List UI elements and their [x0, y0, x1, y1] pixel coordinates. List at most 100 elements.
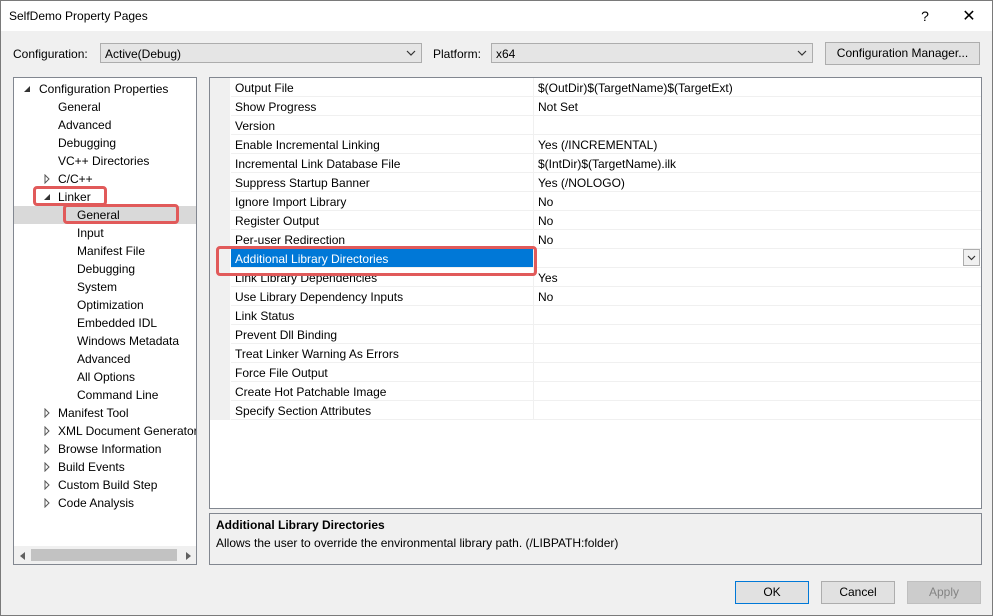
value-dropdown-button[interactable]	[963, 249, 980, 266]
tree-item[interactable]: Code Analysis	[14, 494, 196, 512]
property-name[interactable]: Treat Linker Warning As Errors	[231, 344, 534, 363]
property-row[interactable]: Force File Output	[210, 363, 981, 382]
property-value[interactable]	[534, 382, 981, 401]
property-value[interactable]	[534, 401, 981, 420]
property-row[interactable]: Output File $(OutDir)$(TargetName)$(Targe…	[210, 78, 981, 97]
ok-button[interactable]: OK	[735, 581, 809, 604]
property-name[interactable]: Suppress Startup Banner	[231, 173, 534, 192]
property-name[interactable]: Enable Incremental Linking	[231, 135, 534, 154]
tree-item[interactable]: Linker	[14, 188, 196, 206]
property-value[interactable]: Yes	[534, 268, 981, 287]
property-name[interactable]: Use Library Dependency Inputs	[231, 287, 534, 306]
tree-item[interactable]: Custom Build Step	[14, 476, 196, 494]
scroll-left-icon[interactable]	[14, 547, 31, 564]
tree-item[interactable]: C/C++	[14, 170, 196, 188]
collapsed-triangle-icon[interactable]	[42, 480, 52, 490]
property-grid[interactable]: Output File $(OutDir)$(TargetName)$(Targe…	[209, 77, 982, 509]
tree-item[interactable]: General	[14, 206, 196, 224]
property-value[interactable]	[534, 363, 981, 382]
tree-item[interactable]: Browse Information	[14, 440, 196, 458]
property-name[interactable]: Incremental Link Database File	[231, 154, 534, 173]
property-row[interactable]: Incremental Link Database File $(IntDir)$…	[210, 154, 981, 173]
property-value[interactable]: $(OutDir)$(TargetName)$(TargetExt)	[534, 78, 981, 97]
tree-item[interactable]: Optimization	[14, 296, 196, 314]
collapsed-triangle-icon[interactable]	[42, 498, 52, 508]
property-name[interactable]: Ignore Import Library	[231, 192, 534, 211]
property-name[interactable]: Output File	[231, 78, 534, 97]
tree-item[interactable]: Debugging	[14, 134, 196, 152]
property-value[interactable]: Yes (/NOLOGO)	[534, 173, 981, 192]
property-value[interactable]: No	[534, 211, 981, 230]
close-button[interactable]: ✕	[947, 1, 991, 31]
configuration-select[interactable]: Active(Debug)	[100, 43, 422, 63]
property-value[interactable]: Not Set	[534, 97, 981, 116]
property-name[interactable]: Link Status	[231, 306, 534, 325]
scroll-right-icon[interactable]	[179, 547, 196, 564]
property-row[interactable]: Per-user Redirection No	[210, 230, 981, 249]
tree-item[interactable]: Advanced	[14, 116, 196, 134]
tree-item[interactable]: VC++ Directories	[14, 152, 196, 170]
collapsed-triangle-icon[interactable]	[42, 408, 52, 418]
configuration-manager-button[interactable]: Configuration Manager...	[825, 42, 980, 65]
tree-item[interactable]: Configuration Properties	[14, 80, 196, 98]
help-button[interactable]: ?	[903, 1, 947, 31]
scrollbar-thumb[interactable]	[31, 549, 177, 561]
property-row[interactable]: Use Library Dependency Inputs No	[210, 287, 981, 306]
tree-item[interactable]: XML Document Generator	[14, 422, 196, 440]
property-name[interactable]: Link Library Dependencies	[231, 268, 534, 287]
tree-item[interactable]: Embedded IDL	[14, 314, 196, 332]
property-name[interactable]: Prevent Dll Binding	[231, 325, 534, 344]
property-row[interactable]: Specify Section Attributes	[210, 401, 981, 420]
platform-select[interactable]: x64	[491, 43, 813, 63]
property-row[interactable]: Register Output No	[210, 211, 981, 230]
property-tree[interactable]: Configuration Properties General Advanced D…	[13, 77, 197, 565]
tree-item[interactable]: Command Line	[14, 386, 196, 404]
property-row[interactable]: Suppress Startup Banner Yes (/NOLOGO)	[210, 173, 981, 192]
collapsed-triangle-icon[interactable]	[42, 444, 52, 454]
property-name[interactable]: Per-user Redirection	[231, 230, 534, 249]
property-value[interactable]: No	[534, 192, 981, 211]
property-row[interactable]: Show Progress Not Set	[210, 97, 981, 116]
tree-item[interactable]: Manifest File	[14, 242, 196, 260]
cancel-button[interactable]: Cancel	[821, 581, 895, 604]
collapsed-triangle-icon[interactable]	[42, 426, 52, 436]
property-value[interactable]	[534, 249, 981, 268]
property-value[interactable]: $(IntDir)$(TargetName).ilk	[534, 154, 981, 173]
property-row[interactable]: Link Library Dependencies Yes	[210, 268, 981, 287]
property-value[interactable]: No	[534, 230, 981, 249]
property-value[interactable]	[534, 344, 981, 363]
tree-item[interactable]: All Options	[14, 368, 196, 386]
property-name[interactable]: Additional Library Directories	[231, 249, 534, 268]
tree-item[interactable]: Debugging	[14, 260, 196, 278]
tree-item[interactable]: Input	[14, 224, 196, 242]
tree-item[interactable]: Build Events	[14, 458, 196, 476]
expanded-triangle-icon[interactable]	[22, 84, 32, 94]
property-row[interactable]: Additional Library Directories	[210, 249, 981, 268]
property-name[interactable]: Force File Output	[231, 363, 534, 382]
property-value[interactable]	[534, 325, 981, 344]
property-row[interactable]: Treat Linker Warning As Errors	[210, 344, 981, 363]
property-name[interactable]: Create Hot Patchable Image	[231, 382, 534, 401]
collapsed-triangle-icon[interactable]	[42, 462, 52, 472]
property-name[interactable]: Specify Section Attributes	[231, 401, 534, 420]
property-row[interactable]: Enable Incremental Linking Yes (/INCREMEN…	[210, 135, 981, 154]
property-value[interactable]: No	[534, 287, 981, 306]
property-name[interactable]: Register Output	[231, 211, 534, 230]
property-row[interactable]: Prevent Dll Binding	[210, 325, 981, 344]
collapsed-triangle-icon[interactable]	[42, 174, 52, 184]
property-value[interactable]	[534, 306, 981, 325]
property-row[interactable]: Ignore Import Library No	[210, 192, 981, 211]
apply-button[interactable]: Apply	[907, 581, 981, 604]
tree-item[interactable]: Advanced	[14, 350, 196, 368]
property-row[interactable]: Create Hot Patchable Image	[210, 382, 981, 401]
tree-horizontal-scrollbar[interactable]	[14, 546, 196, 564]
property-row[interactable]: Version	[210, 116, 981, 135]
property-name[interactable]: Show Progress	[231, 97, 534, 116]
tree-item[interactable]: System	[14, 278, 196, 296]
expanded-triangle-icon[interactable]	[42, 192, 52, 202]
property-value[interactable]	[534, 116, 981, 135]
property-value[interactable]: Yes (/INCREMENTAL)	[534, 135, 981, 154]
tree-item[interactable]: General	[14, 98, 196, 116]
tree-item[interactable]: Windows Metadata	[14, 332, 196, 350]
property-row[interactable]: Link Status	[210, 306, 981, 325]
